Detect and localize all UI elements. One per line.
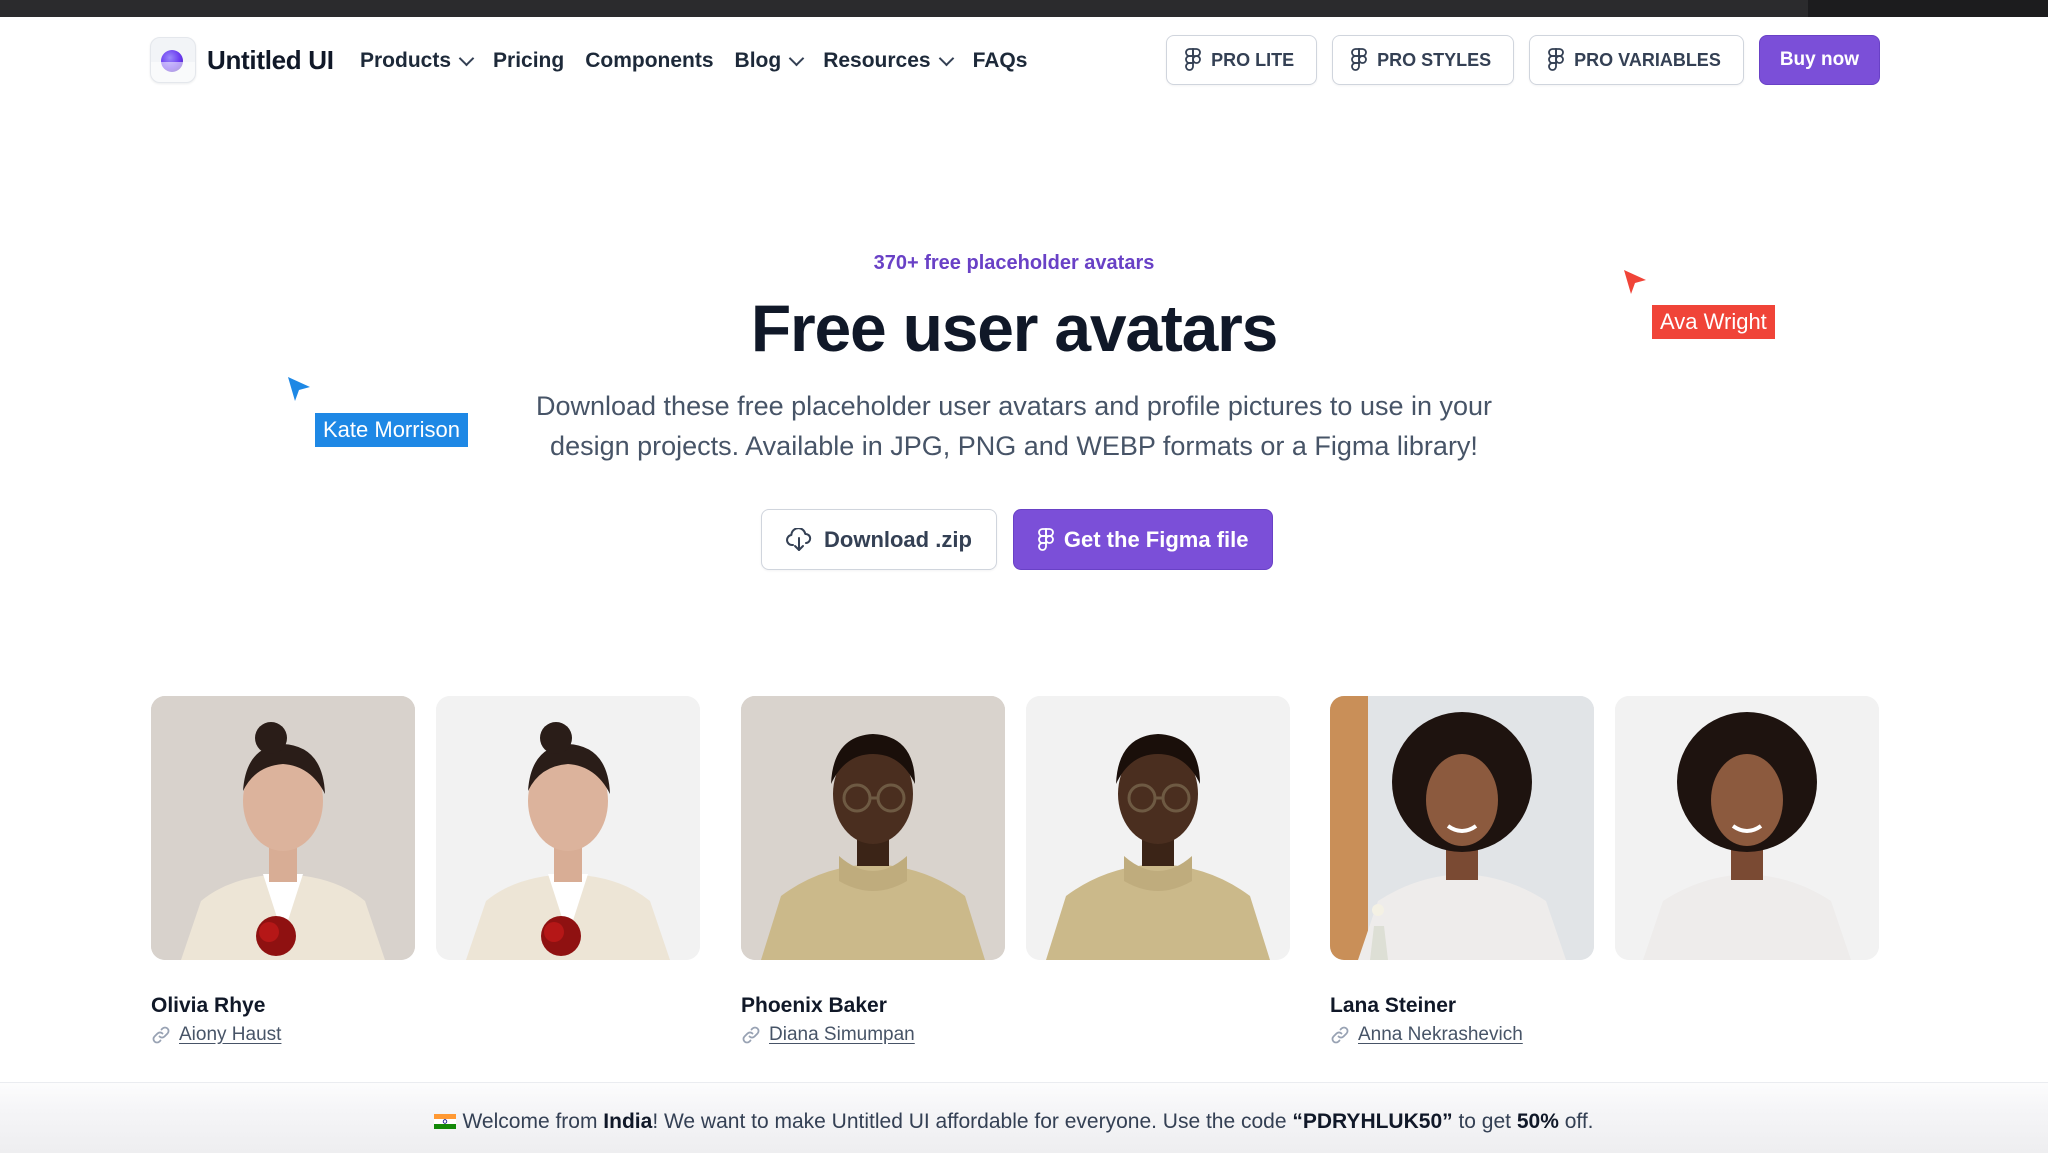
nav-link-resources[interactable]: Resources [823,49,954,73]
pro-lite-button[interactable]: PRO LITE [1166,35,1318,85]
figma-icon [1038,527,1054,551]
avatar-card-phoenix-bg[interactable] [741,696,1005,960]
figma-icon [1185,48,1201,71]
nav-actions: PRO LITE PRO STYLES PRO VARIABLES Buy no… [1166,35,1880,85]
nav-link-label: Components [585,49,714,72]
nav-link-label: Pricing [493,49,565,72]
photo-credit-name: Aiony Haust [179,1024,282,1045]
logo-mark-icon [150,37,196,83]
promo-banner-text: Welcome from India! We want to make Unti… [0,1110,2028,1134]
banner-suffix: off. [1558,1110,1594,1133]
banner-country: India [603,1110,653,1133]
avatar-photo [741,696,1005,960]
download-zip-label: Download .zip [824,526,972,552]
get-figma-file-button[interactable]: Get the Figma file [1012,509,1274,570]
photo-credit-link[interactable]: Diana Simumpan [741,1024,915,1046]
nav-link-pricing[interactable]: Pricing [493,49,564,73]
get-figma-file-label: Get the Figma file [1063,526,1249,552]
person-name: Olivia Rhye [151,994,266,1017]
pro-lite-label: PRO LITE [1211,49,1295,70]
hero-description: Download these free placeholder user ava… [494,386,1534,466]
nav-link-faqs[interactable]: FAQs [973,49,1028,73]
photo-credit-link[interactable]: Aiony Haust [151,1024,281,1046]
banner-middle: ! We want to make Untitled UI affordable… [652,1110,1293,1133]
person-name: Lana Steiner [1330,994,1457,1017]
photo-credit-name: Diana Simumpan [769,1024,915,1045]
photo-credit-link[interactable]: Anna Nekrashevich [1330,1024,1523,1046]
banner-mid2: to get [1452,1110,1517,1133]
chevron-down-icon [788,50,805,66]
hero-description-line: design projects. Available in JPG, PNG a… [550,431,1478,461]
avatar-card-lana-bg[interactable] [1330,696,1594,960]
buy-now-button[interactable]: Buy now [1758,35,1880,85]
avatar-card-lana-cutout[interactable] [1615,696,1879,960]
pro-styles-button[interactable]: PRO STYLES [1332,35,1515,85]
avatar-photo [1615,696,1879,960]
cursor-label-ava: Ava Wright [1652,305,1775,339]
avatar-photo [436,696,700,960]
photo-credit-name: Anna Nekrashevich [1358,1024,1523,1045]
pro-styles-label: PRO STYLES [1377,49,1492,70]
nav-link-label: Resources [823,49,931,72]
avatar-photo [1026,696,1290,960]
avatar-photo [151,696,415,960]
download-zip-button[interactable]: Download .zip [761,509,997,570]
cursor-pointer-icon [1624,270,1646,294]
link-icon [1331,1026,1349,1044]
pro-variables-label: PRO VARIABLES [1574,49,1721,70]
link-icon [742,1026,760,1044]
nav-link-blog[interactable]: Blog [734,49,805,73]
hero-description-line: Download these free placeholder user ava… [535,391,1493,421]
avatar-card-phoenix-cutout[interactable] [1026,696,1290,960]
nav-links: Products Pricing Components Blog Resourc… [360,49,1048,73]
hero-actions: Download .zip Get the Figma file [761,509,1274,570]
logo-text: Untitled UI [207,44,334,75]
cloud-download-icon [786,527,812,551]
figma-icon [1351,48,1368,71]
nav-link-products[interactable]: Products [360,49,475,73]
nav-link-label: FAQs [972,49,1028,72]
person-name: Phoenix Baker [741,994,887,1017]
link-icon [152,1026,170,1044]
top-navigation: Untitled UI Products Pricing Components … [150,35,1880,87]
hero-eyebrow: 370+ free placeholder avatars [873,252,1155,274]
cursor-label-kate: Kate Morrison [315,413,468,447]
chevron-down-icon [458,50,475,66]
nav-link-label: Products [360,49,452,72]
banner-discount: 50% [1516,1110,1559,1133]
nav-link-label: Blog [734,49,782,72]
figma-icon [1548,48,1565,71]
avatar-card-olivia-cutout[interactable] [436,696,700,960]
india-flag-icon [434,1114,457,1129]
avatar-card-olivia-bg[interactable] [151,696,415,960]
banner-code: “PDRYHLUK50” [1292,1110,1453,1133]
avatar-photo [1330,696,1594,960]
chevron-down-icon [938,50,954,66]
nav-link-components[interactable]: Components [585,49,713,73]
browser-top-strip [0,0,2048,17]
pro-variables-button[interactable]: PRO VARIABLES [1529,35,1744,85]
banner-prefix: Welcome from [462,1110,604,1133]
logo[interactable]: Untitled UI [150,37,334,83]
cursor-pointer-icon [288,377,310,401]
